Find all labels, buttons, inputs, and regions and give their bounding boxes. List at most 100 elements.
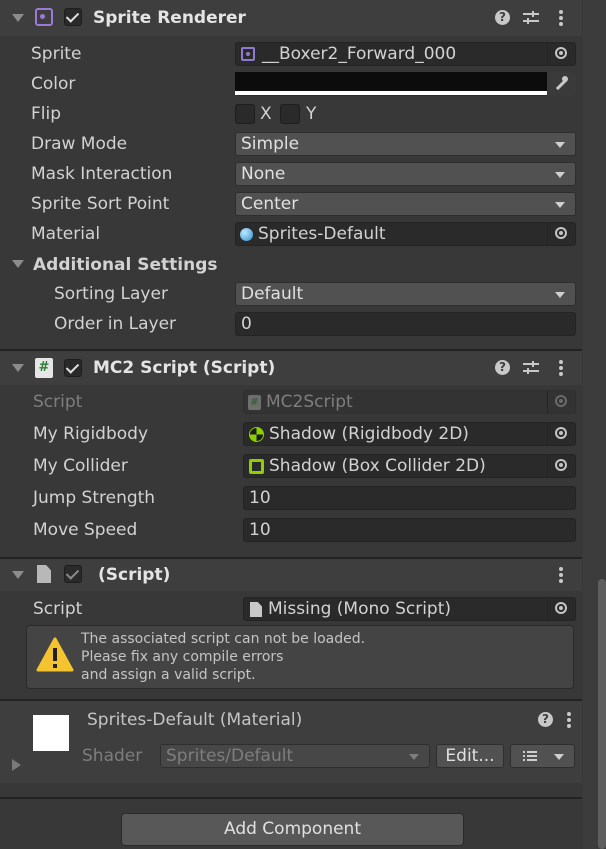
presets-icon[interactable] xyxy=(523,11,539,25)
object-picker-icon[interactable] xyxy=(547,423,575,445)
presets-icon[interactable] xyxy=(523,361,539,375)
list-icon xyxy=(523,751,537,761)
move-speed-input[interactable]: 10 xyxy=(243,518,576,542)
material-title: Sprites-Default (Material) xyxy=(87,710,303,730)
script-value: MC2Script xyxy=(266,392,353,412)
my-collider-value: Shadow (Box Collider 2D) xyxy=(269,456,486,476)
warning-line: and assign a valid script. xyxy=(81,667,256,683)
scrollbar-thumb[interactable] xyxy=(598,579,606,849)
file-icon xyxy=(250,602,262,617)
foldout-arrow[interactable] xyxy=(12,364,24,372)
mc2-script-header[interactable]: # MC2 Script (Script) ? xyxy=(0,351,582,385)
object-picker-icon[interactable] xyxy=(547,598,575,620)
kebab-menu-icon[interactable] xyxy=(559,567,563,585)
alpha-bar xyxy=(235,91,547,95)
sprite-value: __Boxer2_Forward_000 xyxy=(262,44,457,64)
object-picker-icon xyxy=(547,391,575,413)
csharp-script-icon: # xyxy=(248,395,261,410)
object-picker-icon[interactable] xyxy=(547,455,575,477)
csharp-script-icon: # xyxy=(35,358,53,378)
sprite-sort-point-dropdown[interactable]: Center xyxy=(235,192,576,216)
sorting-layer-label: Sorting Layer xyxy=(54,284,168,304)
material-foldout-arrow[interactable] xyxy=(12,759,21,771)
warning-helpbox: The associated script can not be loaded.… xyxy=(26,625,574,689)
help-icon[interactable]: ? xyxy=(538,712,553,727)
chevron-down-icon xyxy=(555,292,565,298)
mask-interaction-value: None xyxy=(241,164,286,184)
material-value: Sprites-Default xyxy=(258,224,386,244)
missing-script-value: Missing (Mono Script) xyxy=(268,599,452,619)
draw-mode-label: Draw Mode xyxy=(31,134,128,154)
material-section: Sprites-Default (Material) ? Shader Spri… xyxy=(0,701,582,783)
sprite-field[interactable]: __Boxer2_Forward_000 xyxy=(235,42,576,66)
object-picker-icon[interactable] xyxy=(547,43,575,65)
mask-interaction-dropdown[interactable]: None xyxy=(235,162,576,186)
my-rigidbody-field[interactable]: Shadow (Rigidbody 2D) xyxy=(243,422,576,446)
flip-y-checkbox[interactable] xyxy=(280,104,300,124)
chevron-down-icon xyxy=(555,202,565,208)
flip-label: Flip xyxy=(31,104,62,124)
material-label: Material xyxy=(31,224,101,244)
material-preview-thumbnail xyxy=(33,715,69,751)
mask-interaction-label: Mask Interaction xyxy=(31,164,173,184)
additional-settings-title[interactable]: Additional Settings xyxy=(33,253,218,277)
sorting-layer-value: Default xyxy=(241,284,304,304)
sprite-label: Sprite xyxy=(31,44,82,64)
help-icon[interactable]: ? xyxy=(495,360,510,375)
flip-y-label: Y xyxy=(306,104,317,124)
sprite-renderer-header[interactable]: Sprite Renderer ? xyxy=(0,0,582,36)
script-label: Script xyxy=(33,599,83,619)
chevron-down-icon xyxy=(555,142,565,148)
my-rigidbody-label: My Rigidbody xyxy=(33,424,149,444)
jump-strength-input[interactable]: 10 xyxy=(243,486,576,510)
kebab-menu-icon[interactable] xyxy=(559,10,563,28)
color-label: Color xyxy=(31,74,76,94)
file-icon xyxy=(37,565,51,583)
shader-dropdown: Sprites/Default xyxy=(160,744,430,768)
my-collider-label: My Collider xyxy=(33,456,128,476)
box-collider-icon xyxy=(249,459,264,474)
shader-value: Sprites/Default xyxy=(166,746,294,766)
foldout-arrow[interactable] xyxy=(12,571,24,579)
draw-mode-value: Simple xyxy=(241,134,300,154)
color-field[interactable] xyxy=(235,72,576,96)
flip-x-checkbox[interactable] xyxy=(235,104,255,124)
mc2-script-enabled-checkbox[interactable] xyxy=(64,359,82,377)
rigidbody-icon xyxy=(249,427,264,442)
draw-mode-dropdown[interactable]: Simple xyxy=(235,132,576,156)
order-in-layer-input[interactable]: 0 xyxy=(235,312,576,336)
additional-settings-foldout-arrow[interactable] xyxy=(12,260,24,268)
color-swatch[interactable] xyxy=(235,72,547,91)
sorting-layer-dropdown[interactable]: Default xyxy=(235,282,576,306)
chevron-down-icon xyxy=(409,754,419,760)
material-field[interactable]: Sprites-Default xyxy=(235,222,576,246)
warning-icon xyxy=(36,637,74,672)
missing-script-field[interactable]: Missing (Mono Script) xyxy=(243,597,576,621)
warning-line: The associated script can not be loaded. xyxy=(81,631,366,647)
component-divider xyxy=(0,797,582,799)
shader-label: Shader xyxy=(82,746,143,766)
sprite-sort-point-label: Sprite Sort Point xyxy=(31,194,170,214)
edit-shader-button[interactable]: Edit... xyxy=(436,744,504,768)
object-picker-icon[interactable] xyxy=(547,223,575,245)
material-icon xyxy=(240,228,253,241)
eyedropper-icon[interactable] xyxy=(547,72,576,96)
jump-strength-label: Jump Strength xyxy=(33,488,156,508)
shader-options-dropdown[interactable] xyxy=(510,744,575,768)
add-component-button[interactable]: Add Component xyxy=(121,813,464,846)
help-icon[interactable]: ? xyxy=(495,10,510,25)
chevron-down-icon xyxy=(554,754,564,760)
foldout-arrow[interactable] xyxy=(12,14,24,22)
chevron-down-icon xyxy=(555,172,565,178)
warning-text: The associated script can not be loaded.… xyxy=(81,630,365,684)
kebab-menu-icon[interactable] xyxy=(559,360,563,378)
missing-script-header[interactable]: (Script) xyxy=(0,559,582,591)
sprite-renderer-enabled-checkbox[interactable] xyxy=(64,8,82,26)
my-collider-field[interactable]: Shadow (Box Collider 2D) xyxy=(243,454,576,478)
my-rigidbody-value: Shadow (Rigidbody 2D) xyxy=(269,424,469,444)
missing-script-enabled-checkbox[interactable] xyxy=(64,565,82,583)
sprite-renderer-icon xyxy=(35,8,53,26)
kebab-menu-icon[interactable] xyxy=(567,712,571,730)
script-field: # MC2Script xyxy=(243,390,576,414)
flip-x-label: X xyxy=(260,104,272,124)
